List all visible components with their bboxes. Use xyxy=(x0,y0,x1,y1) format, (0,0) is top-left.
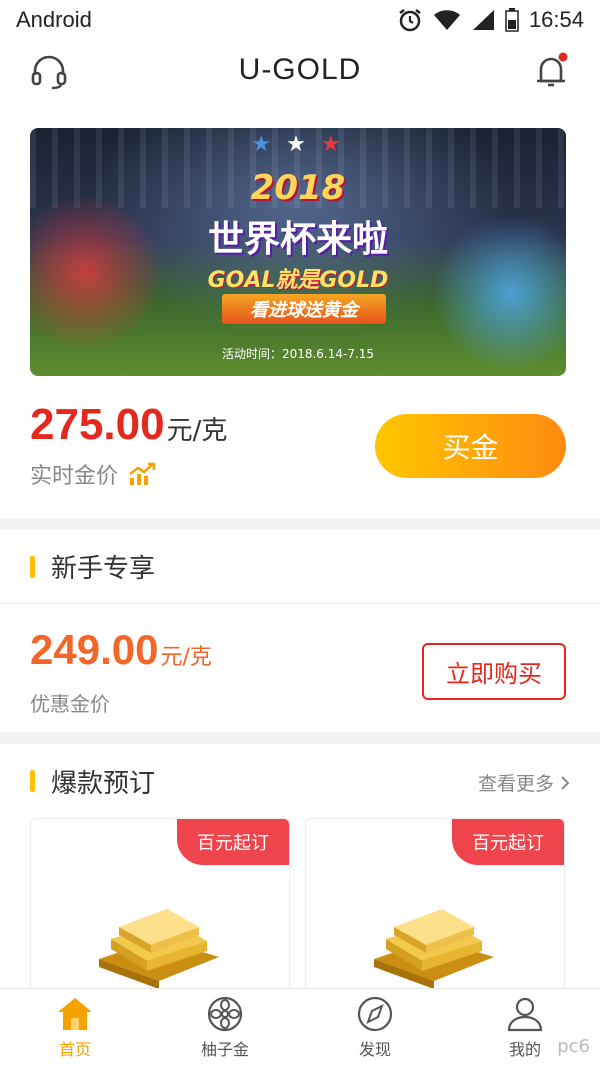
chevron-right-icon xyxy=(561,775,570,790)
carrier-label: Android xyxy=(16,7,92,32)
tab-label: 首页 xyxy=(58,1040,91,1059)
clock-time: 16:54 xyxy=(528,7,584,32)
bottom-tab-bar: 首页 柚子金 发现 我的 xyxy=(0,988,600,1067)
customer-service-button[interactable] xyxy=(28,50,70,92)
alarm-icon xyxy=(399,9,421,32)
grapefruit-icon xyxy=(207,996,243,1032)
status-icons: 16:54 xyxy=(397,7,584,33)
watermark: pc6 xyxy=(557,1036,590,1057)
realtime-price-value: 275.00 xyxy=(30,400,165,449)
product-card[interactable]: 百元起订 xyxy=(30,818,290,998)
newbie-price-unit: 元/克 xyxy=(160,645,212,670)
section-divider xyxy=(0,518,600,530)
tab-label: 柚子金 xyxy=(200,1040,249,1059)
tab-label: 我的 xyxy=(508,1040,541,1059)
section-divider xyxy=(0,732,600,744)
banner-ribbon: 看进球送黄金 xyxy=(222,294,386,324)
banner-date: 活动时间：2018.6.14-7.15 xyxy=(221,347,375,361)
product-tag: 百元起订 xyxy=(177,819,289,865)
banner-headline: 世界杯来啦 xyxy=(207,219,388,260)
hot-section-header: 爆款预订 查看更多 xyxy=(0,744,600,818)
buy-now-button[interactable]: 立即购买 xyxy=(422,643,566,700)
notifications-button[interactable] xyxy=(530,50,572,92)
newbie-price-label: 优惠金价 xyxy=(30,692,110,716)
newbie-price-value: 249.00 xyxy=(30,626,159,673)
hot-section-title: 爆款预订 xyxy=(51,768,156,799)
app-header: U-GOLD xyxy=(0,40,600,100)
status-bar: Android 16:54 xyxy=(0,0,600,40)
app-title: U-GOLD xyxy=(238,53,362,86)
realtime-price-label: 实时金价 xyxy=(30,464,119,489)
view-more-link[interactable]: 查看更多 xyxy=(478,769,570,796)
headset-icon xyxy=(31,55,67,90)
tab-home[interactable]: 首页 xyxy=(0,989,150,1067)
home-icon xyxy=(58,998,92,1030)
newbie-price: 249.00 元/克 xyxy=(30,626,212,674)
banner-stars: ★ ★ ★ xyxy=(251,132,345,157)
gold-bar-icon xyxy=(374,909,494,989)
view-more-label: 查看更多 xyxy=(477,773,554,795)
product-card[interactable]: 百元起订 xyxy=(305,818,565,998)
user-icon xyxy=(507,997,543,1032)
wifi-icon xyxy=(433,10,460,30)
buy-gold-button[interactable]: 买金 xyxy=(375,414,566,478)
trend-up-icon[interactable] xyxy=(128,462,156,486)
section-accent-bar xyxy=(30,770,35,792)
battery-icon xyxy=(505,8,519,32)
notification-badge xyxy=(558,52,568,62)
tab-discover[interactable]: 发现 xyxy=(300,989,450,1067)
promo-banner[interactable]: ★ ★ ★ 2018 世界杯来啦 GOAL就是GOLD 看进球送黄金 活动时间：… xyxy=(30,128,566,376)
bell-icon xyxy=(537,52,568,87)
banner-subline: GOAL就是GOLD xyxy=(207,268,389,293)
realtime-price-unit: 元/克 xyxy=(166,416,228,446)
compass-icon xyxy=(357,996,393,1032)
product-tag: 百元起订 xyxy=(452,819,564,865)
tab-grapefruit-gold[interactable]: 柚子金 xyxy=(150,989,300,1067)
newbie-section-header: 新手专享 xyxy=(0,530,600,604)
newbie-section-title: 新手专享 xyxy=(51,554,156,584)
section-accent-bar xyxy=(30,555,35,578)
realtime-price: 275.00 元/克 xyxy=(30,400,227,450)
gold-bar-icon xyxy=(99,909,219,989)
signal-icon xyxy=(472,10,494,30)
banner-year: 2018 xyxy=(250,168,346,208)
realtime-price-label-row: 实时金价 xyxy=(30,458,156,490)
tab-label: 发现 xyxy=(358,1040,391,1059)
